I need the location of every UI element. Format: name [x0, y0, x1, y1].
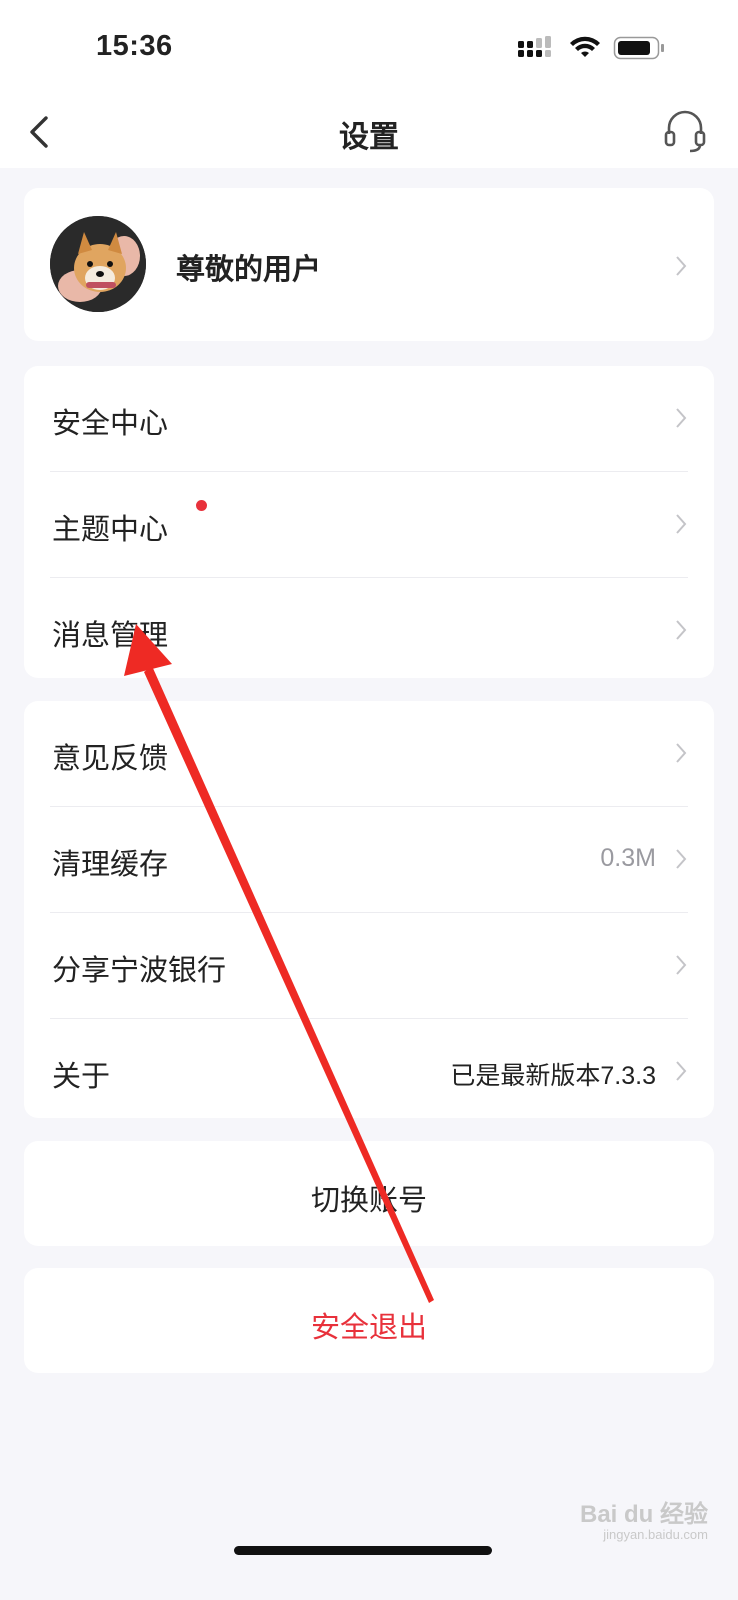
- baidu-watermark: Bai du 经验 jingyan.baidu.com: [579, 1501, 708, 1543]
- version-value: 已是最新版本7.3.3: [450, 1062, 656, 1090]
- chevron-right-icon: [676, 743, 687, 763]
- row-label: 消息管理: [52, 618, 169, 652]
- headset-icon[interactable]: [662, 108, 708, 154]
- switch-account-label: 切换账号: [310, 1183, 427, 1217]
- row-label: 关于: [52, 1059, 111, 1093]
- theme-center-row[interactable]: 主题中心: [50, 472, 688, 578]
- nav-bar: 设置: [0, 100, 738, 168]
- row-label: 安全中心: [52, 406, 169, 440]
- chevron-right-icon: [676, 514, 687, 534]
- settings-group-2: 意见反馈 清理缓存 0.3M 分享宁波银行 关于 已是最新版本7.3.3: [24, 701, 714, 1118]
- home-indicator: [234, 1546, 492, 1555]
- logout-label: 安全退出: [310, 1310, 427, 1344]
- message-management-row[interactable]: 消息管理: [50, 578, 688, 683]
- new-badge-dot: [196, 500, 207, 511]
- chevron-right-icon: [676, 849, 687, 869]
- chevron-right-icon: [676, 408, 687, 428]
- chevron-right-icon: [676, 1061, 687, 1081]
- row-label: 意见反馈: [52, 741, 169, 775]
- row-label: 分享宁波银行: [52, 953, 227, 987]
- share-bank-row[interactable]: 分享宁波银行: [50, 913, 688, 1019]
- chevron-right-icon: [676, 256, 687, 276]
- status-time: 15:36: [96, 30, 173, 62]
- settings-group-1: 安全中心 主题中心 消息管理: [24, 366, 714, 678]
- status-icons: [518, 36, 664, 60]
- clear-cache-row[interactable]: 清理缓存 0.3M: [50, 807, 688, 913]
- dog-avatar-image: [50, 216, 146, 312]
- status-bar: 15:36: [0, 0, 738, 100]
- watermark-url: jingyan.baidu.com: [603, 1527, 708, 1543]
- feedback-row[interactable]: 意见反馈: [50, 701, 688, 807]
- switch-account-button[interactable]: 切换账号: [24, 1141, 714, 1246]
- wifi-icon: [570, 36, 600, 57]
- avatar: [50, 216, 146, 312]
- row-label: 主题中心: [52, 512, 169, 546]
- logout-button[interactable]: 安全退出: [24, 1268, 714, 1373]
- signal-icon: [518, 36, 551, 57]
- security-center-row[interactable]: 安全中心: [50, 366, 688, 472]
- chevron-right-icon: [676, 955, 687, 975]
- cache-size-value: 0.3M: [600, 844, 656, 872]
- user-name: 尊敬的用户: [176, 252, 322, 286]
- page-title: 设置: [339, 120, 399, 155]
- chevron-right-icon: [676, 620, 687, 640]
- battery-icon: [613, 36, 664, 60]
- watermark-brand: Bai du 经验: [579, 1501, 708, 1528]
- row-label: 清理缓存: [52, 847, 169, 881]
- about-row[interactable]: 关于 已是最新版本7.3.3: [50, 1019, 688, 1124]
- profile-card[interactable]: 尊敬的用户: [24, 188, 714, 341]
